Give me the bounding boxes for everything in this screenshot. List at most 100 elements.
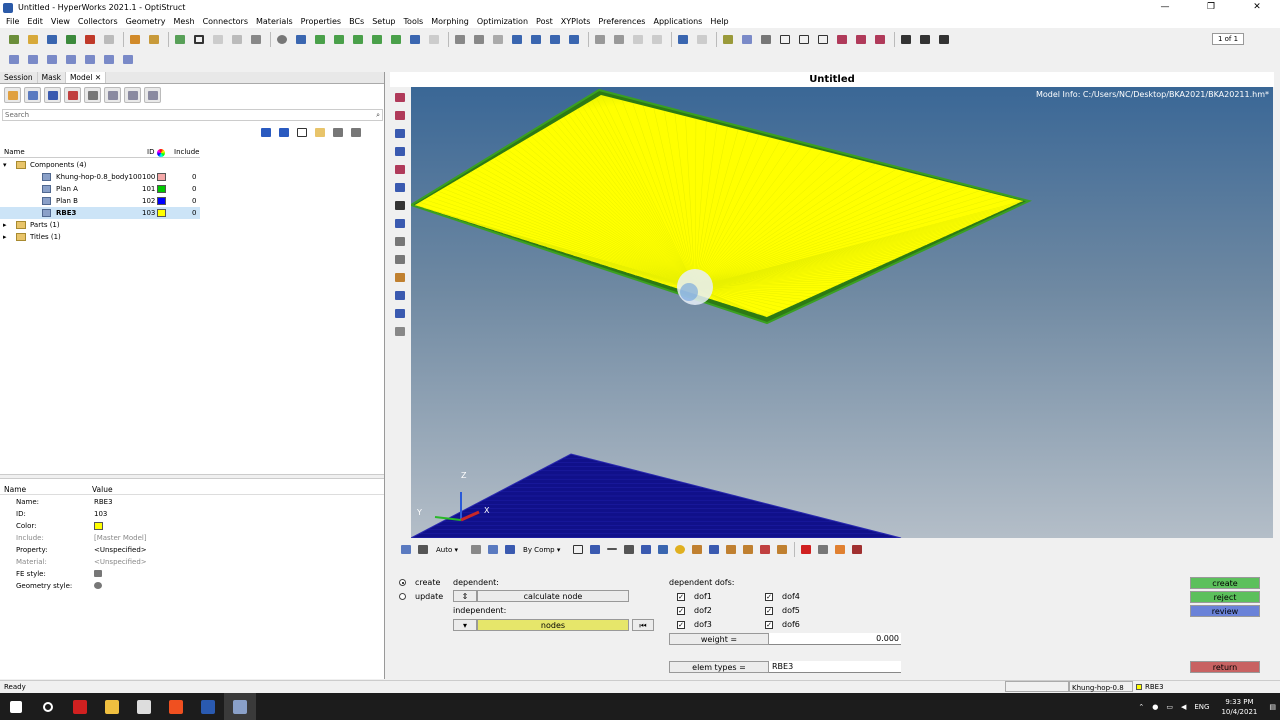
pan-icon[interactable] bbox=[490, 32, 506, 47]
column-color-icon[interactable] bbox=[157, 149, 165, 157]
lasso-icon[interactable] bbox=[468, 542, 482, 556]
fe-style-icon[interactable] bbox=[94, 570, 102, 577]
dof1-checkbox[interactable]: ✓ bbox=[677, 593, 685, 601]
mask-icon[interactable] bbox=[815, 542, 829, 556]
star-icon[interactable] bbox=[672, 542, 686, 556]
color-by-dropdown[interactable]: By Comp ▾ bbox=[519, 543, 564, 555]
mesh-quality-icon[interactable] bbox=[392, 108, 406, 122]
menu-bcs[interactable]: BCs bbox=[349, 17, 364, 26]
tool-g-icon[interactable] bbox=[120, 52, 136, 67]
monitor-icon[interactable] bbox=[655, 542, 669, 556]
tab-session[interactable]: Session bbox=[0, 72, 38, 83]
minimize-button[interactable]: — bbox=[1142, 0, 1188, 15]
menu-optimization[interactable]: Optimization bbox=[477, 17, 528, 26]
search-icon[interactable]: ⌕ bbox=[376, 110, 380, 120]
menu-mesh[interactable]: Mesh bbox=[174, 17, 195, 26]
dependent-toggle[interactable]: ⇕ bbox=[453, 590, 477, 602]
clip-icon[interactable] bbox=[592, 32, 608, 47]
cube-shaded-icon[interactable] bbox=[796, 32, 812, 47]
cube-blue-icon[interactable] bbox=[587, 542, 601, 556]
menu-geometry[interactable]: Geometry bbox=[126, 17, 166, 26]
faces-icon[interactable] bbox=[392, 180, 406, 194]
tree-folder-row[interactable]: ▸ Parts (1) bbox=[0, 219, 200, 231]
image-capture-icon[interactable] bbox=[146, 32, 162, 47]
file-explorer-icon[interactable] bbox=[96, 693, 128, 720]
open-model-icon[interactable] bbox=[25, 32, 41, 47]
tree-component-row[interactable]: Khung-hop-0.8_body100 100 0 bbox=[0, 171, 200, 183]
arrow-lr-icon[interactable] bbox=[528, 32, 544, 47]
mass-icon[interactable] bbox=[392, 324, 406, 338]
reject-button[interactable]: reject bbox=[1190, 591, 1260, 603]
menu-applications[interactable]: Applications bbox=[653, 17, 702, 26]
import-icon[interactable] bbox=[63, 32, 79, 47]
element-color-icon[interactable] bbox=[834, 32, 850, 47]
display-mode-dropdown[interactable]: Auto ▾ bbox=[432, 543, 462, 555]
edges-icon[interactable] bbox=[392, 162, 406, 176]
unmask-icon[interactable] bbox=[832, 542, 846, 556]
expand-icon[interactable]: ▸ bbox=[3, 231, 7, 243]
hyperworks-taskbar-icon[interactable] bbox=[224, 693, 256, 720]
elem-types-field[interactable]: RBE3 bbox=[769, 661, 901, 673]
shaded-icon[interactable] bbox=[485, 542, 499, 556]
zoom-window-icon[interactable] bbox=[452, 32, 468, 47]
elem-types-label[interactable]: elem types = bbox=[669, 661, 769, 673]
tool-d-icon[interactable] bbox=[63, 52, 79, 67]
page-add-icon[interactable] bbox=[172, 32, 188, 47]
isolate-icon[interactable] bbox=[348, 125, 362, 138]
visualization-icon[interactable] bbox=[398, 542, 412, 556]
create-radio[interactable] bbox=[399, 579, 406, 586]
table-icon[interactable] bbox=[936, 32, 952, 47]
view-xz-icon[interactable] bbox=[350, 32, 366, 47]
tree-item-color[interactable] bbox=[157, 209, 166, 217]
tab-close-icon[interactable]: ✕ bbox=[95, 73, 101, 82]
dof5-checkbox[interactable]: ✓ bbox=[765, 607, 773, 615]
property-row[interactable]: Include: [Master Model] bbox=[0, 532, 384, 544]
save-model-icon[interactable] bbox=[44, 32, 60, 47]
dof6-checkbox[interactable]: ✓ bbox=[765, 621, 773, 629]
delete-icon[interactable] bbox=[798, 542, 812, 556]
language-indicator[interactable]: ENG bbox=[1194, 703, 1209, 711]
add-folder-icon[interactable] bbox=[312, 125, 326, 138]
review-button[interactable]: review bbox=[1190, 605, 1260, 617]
spin-icon[interactable] bbox=[566, 32, 582, 47]
app-grid-icon[interactable] bbox=[128, 693, 160, 720]
label-abc-icon[interactable] bbox=[392, 234, 406, 248]
acrobat-icon[interactable] bbox=[64, 693, 96, 720]
menu-morphing[interactable]: Morphing bbox=[431, 17, 469, 26]
tree-item-color[interactable] bbox=[157, 173, 166, 181]
view-iso-icon[interactable] bbox=[369, 32, 385, 47]
numbers-icon[interactable] bbox=[392, 216, 406, 230]
menu-materials[interactable]: Materials bbox=[256, 17, 293, 26]
parts-icon[interactable] bbox=[124, 87, 141, 103]
show-all-icon[interactable] bbox=[330, 125, 344, 138]
property-row[interactable]: Material: <Unspecified> bbox=[0, 556, 384, 568]
dof2-checkbox[interactable]: ✓ bbox=[677, 607, 685, 615]
entity-mode-icon[interactable] bbox=[415, 542, 429, 556]
zoom-icon[interactable] bbox=[274, 32, 290, 47]
center-icon[interactable] bbox=[509, 32, 525, 47]
plane-blue-icon[interactable] bbox=[638, 542, 652, 556]
grid-layout-icon[interactable] bbox=[210, 32, 226, 47]
rotate-left-icon[interactable] bbox=[293, 32, 309, 47]
menu-xyplots[interactable]: XYPlots bbox=[561, 17, 591, 26]
element-check-icon[interactable] bbox=[392, 126, 406, 140]
wire-cube-icon[interactable] bbox=[570, 542, 584, 556]
update-radio[interactable] bbox=[399, 593, 406, 600]
column-id[interactable]: ID bbox=[147, 147, 154, 158]
refresh-icon[interactable] bbox=[248, 32, 264, 47]
close-button[interactable]: ✕ bbox=[1234, 0, 1280, 15]
free-edges-icon[interactable] bbox=[392, 198, 406, 212]
taskbar-search-icon[interactable] bbox=[32, 693, 64, 720]
view-reset-icon[interactable] bbox=[426, 32, 442, 47]
property-row[interactable]: Color: bbox=[0, 520, 384, 532]
include-icon[interactable] bbox=[104, 87, 121, 103]
column-include[interactable]: Include bbox=[174, 147, 199, 158]
component-view-icon[interactable] bbox=[4, 87, 21, 103]
distance-icon[interactable] bbox=[392, 288, 406, 302]
menu-setup[interactable]: Setup bbox=[372, 17, 395, 26]
export-icon[interactable] bbox=[82, 32, 98, 47]
display-mode-icon[interactable] bbox=[276, 125, 290, 138]
start-icon[interactable] bbox=[0, 693, 32, 720]
redo-icon[interactable] bbox=[694, 32, 710, 47]
property-row[interactable]: ID: 103 bbox=[0, 508, 384, 520]
